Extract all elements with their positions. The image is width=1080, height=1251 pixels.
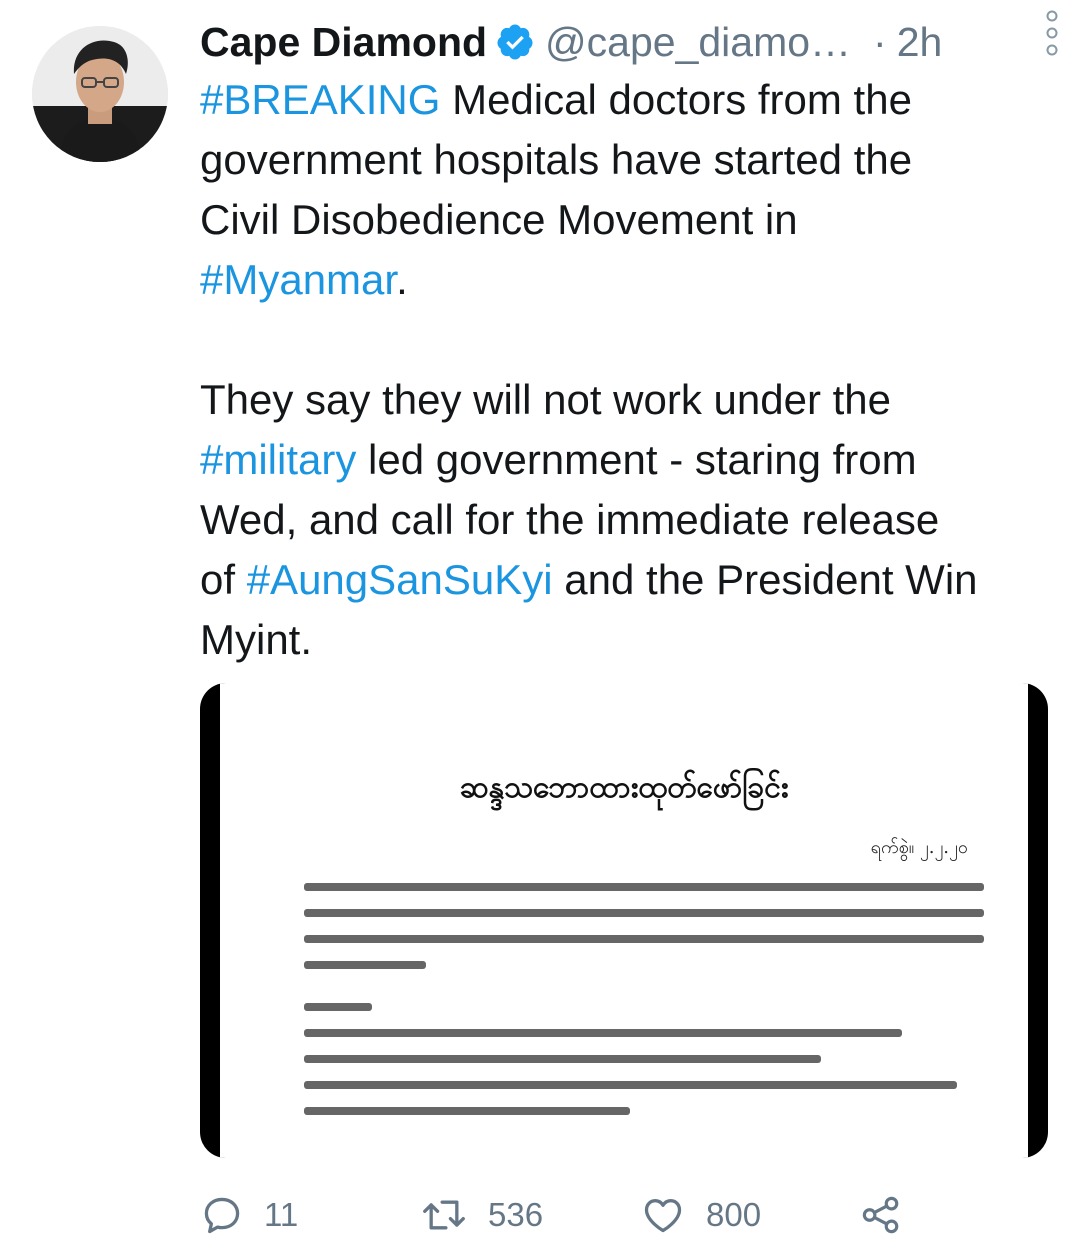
more-vertical-icon[interactable] <box>1044 8 1060 58</box>
reply-count: 11 <box>264 1196 299 1233</box>
author-handle[interactable]: @cape_diamo… <box>545 19 851 66</box>
hashtag-link[interactable]: #Myanmar <box>200 256 396 303</box>
author-name[interactable]: Cape Diamond <box>200 19 487 66</box>
verified-badge-icon <box>495 22 535 62</box>
tweet-actions: 11 536 800 <box>200 1190 900 1240</box>
document-body-text <box>304 883 984 1133</box>
author-avatar[interactable] <box>32 26 168 162</box>
hashtag-link[interactable]: #AungSanSuKyi <box>247 556 553 603</box>
tweet-time[interactable]: 2h <box>897 19 943 66</box>
retweet-button[interactable]: 536 <box>420 1190 543 1240</box>
reply-button[interactable]: 11 <box>200 1190 298 1240</box>
document-photo: ဆန္ဒသဘောထားထုတ်ဖော်ခြင်း ရက်စွဲ။ ၂.၂.၂၀ <box>220 683 1028 1158</box>
document-title: ဆန္ဒသဘောထားထုတ်ဖော်ခြင်း <box>459 770 789 805</box>
share-button[interactable] <box>860 1190 902 1240</box>
retweet-count: 536 <box>488 1196 544 1233</box>
share-icon <box>860 1193 902 1237</box>
time-separator: · <box>873 18 887 65</box>
hashtag-link[interactable]: #BREAKING <box>200 76 440 123</box>
like-button[interactable]: 800 <box>640 1190 761 1240</box>
like-count: 800 <box>706 1196 762 1233</box>
tweet-header: Cape Diamond @cape_diamo… · 2h <box>200 14 1060 70</box>
document-date: ရက်စွဲ။ ၂.၂.၂၀ <box>870 837 968 858</box>
reply-icon <box>200 1193 244 1237</box>
tweet-text: #BREAKING Medical doctors from the gover… <box>200 70 1060 670</box>
retweet-icon <box>420 1193 468 1237</box>
hashtag-link[interactable]: #military <box>200 436 356 483</box>
tweet-media-image[interactable]: ဆန္ဒသဘောထားထုတ်ဖော်ခြင်း ရက်စွဲ။ ၂.၂.၂၀ <box>200 683 1048 1158</box>
like-icon <box>640 1193 686 1237</box>
